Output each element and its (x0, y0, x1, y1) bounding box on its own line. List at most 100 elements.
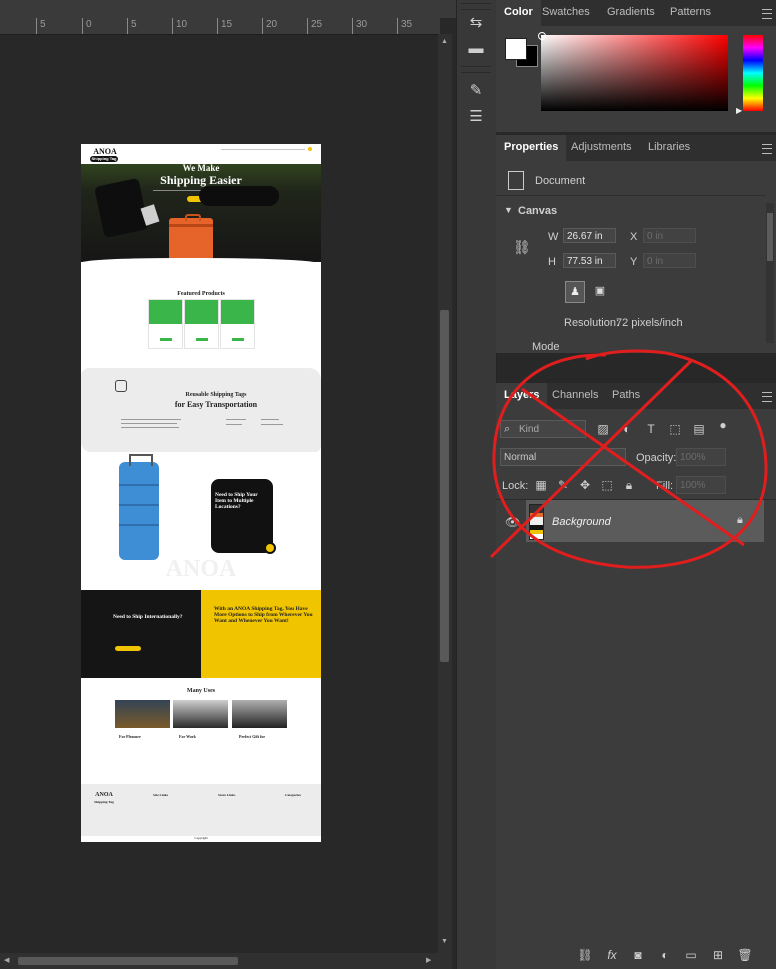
adjustment-layer-icon[interactable]: ◐ (656, 946, 674, 964)
anoa-watermark: ANOA (165, 556, 237, 582)
tab-patterns[interactable]: Patterns (662, 0, 719, 26)
y-label: Y (630, 256, 638, 268)
use-image-work (173, 700, 228, 728)
blue-suitcase-image (119, 462, 159, 560)
link-dimensions-icon[interactable]: ⛓ (513, 239, 531, 256)
yellow-dot (264, 542, 276, 554)
many-uses-title: Many Uses (186, 688, 216, 694)
x-label: X (630, 231, 638, 243)
link-layers-icon[interactable]: ⛓ (576, 946, 594, 964)
scroll-left-arrow-icon[interactable]: ◀ (4, 956, 9, 964)
tab-gradients[interactable]: Gradients (599, 0, 663, 26)
document-page[interactable]: ANOA Shipping Tag We Make Shipping Easie… (81, 144, 321, 842)
vertical-scrollbar-thumb[interactable] (440, 310, 449, 662)
product-card[interactable] (184, 299, 219, 349)
multi-location-card (211, 479, 273, 553)
use-title: Perfect Gift for (239, 734, 266, 739)
featured-title: Featured Products (177, 291, 225, 297)
tag-doodle-icon (115, 380, 127, 392)
footer-col-title: Store Links (218, 793, 236, 797)
ruler-tick: 10 (172, 18, 187, 34)
layer-style-icon[interactable]: fx (603, 946, 621, 964)
new-layer-icon[interactable]: ⊞ (709, 946, 727, 964)
properties-panel-tabs: Properties Adjustments Libraries (496, 135, 776, 161)
resolution-label: Resolution: (564, 317, 620, 329)
site-logo: ANOA (93, 147, 117, 156)
tab-adjustments[interactable]: Adjustments (563, 135, 640, 161)
landscape-orientation-icon[interactable]: ▣ (592, 283, 608, 299)
portrait-orientation-icon[interactable]: ♟ (565, 281, 585, 303)
tab-swatches[interactable]: Swatches (534, 0, 598, 26)
footer-logo: ANOA (95, 792, 113, 798)
feature-list (226, 419, 246, 420)
brush-settings-icon[interactable]: ✎ (464, 80, 488, 102)
suitcase-rib (119, 484, 159, 486)
add-mask-icon[interactable]: ◙ (629, 946, 647, 964)
color-field[interactable] (541, 35, 728, 111)
use-image-gift (232, 700, 287, 728)
chevron-down-icon[interactable]: ▼ (504, 205, 513, 215)
cart-icon (308, 147, 312, 151)
use-title: For Pleasure (119, 734, 141, 739)
scroll-up-arrow-icon[interactable]: ▲ (441, 38, 448, 45)
black-bag-image (199, 186, 279, 206)
use-title: For Work (179, 734, 196, 739)
multi-location-heading: Need to Ship Your Item to Multiple Locat… (215, 492, 258, 510)
product-add-button[interactable] (196, 338, 208, 341)
ruler-tick: 15 (217, 18, 232, 34)
document-icon (508, 171, 524, 190)
history-icon[interactable]: ⇆ (464, 12, 488, 34)
properties-panel: Properties Adjustments Libraries Documen… (496, 135, 776, 353)
product-add-button[interactable] (232, 338, 244, 341)
adjust-sliders-icon[interactable]: ☰ (464, 106, 488, 128)
height-field[interactable]: 77.53 in (563, 253, 616, 268)
feature-list (261, 424, 283, 425)
tab-libraries[interactable]: Libraries (640, 135, 698, 161)
x-field[interactable]: 0 in (643, 228, 696, 243)
reusable-heading-2: for Easy Transportation (174, 400, 258, 409)
panel-menu-icon[interactable] (762, 144, 772, 154)
red-cross-annotation (489, 349, 768, 569)
suitcase-rib (119, 504, 159, 506)
ruler-tick: 5 (36, 18, 46, 34)
y-field[interactable]: 0 in (643, 253, 696, 268)
hue-slider-marker-icon[interactable]: ▶ (736, 106, 742, 115)
horizontal-ruler: 5 0 5 10 15 20 25 30 35 (0, 18, 440, 35)
tab-properties[interactable]: Properties (496, 135, 567, 161)
comments-icon[interactable]: ▬ (464, 38, 488, 60)
reusable-heading-1: Reusable Shipping Tags (185, 392, 247, 398)
delete-layer-icon[interactable]: 🗑︎ (736, 946, 754, 964)
hero-heading-1: We Make (182, 163, 220, 173)
canvas-section-title: Canvas (518, 205, 558, 217)
panel-menu-icon[interactable] (762, 9, 772, 19)
panel-grip[interactable] (461, 66, 491, 73)
hue-slider[interactable] (743, 35, 763, 111)
case-latch (169, 224, 213, 227)
product-add-button[interactable] (160, 338, 172, 341)
footer-col-title: Categories (285, 793, 301, 797)
product-card[interactable] (220, 299, 255, 349)
properties-scrollbar-thumb[interactable] (767, 213, 773, 261)
new-group-icon[interactable]: ▭ (682, 946, 700, 964)
product-card[interactable] (148, 299, 183, 349)
torn-edge (81, 258, 321, 270)
feature-list (261, 419, 279, 420)
width-field[interactable]: 26.67 in (563, 228, 616, 243)
color-picker-cursor[interactable] (538, 32, 546, 40)
scroll-right-arrow-icon[interactable]: ▶ (426, 956, 431, 964)
ruler-tick: 20 (262, 18, 277, 34)
scroll-down-arrow-icon[interactable]: ▼ (441, 938, 448, 945)
international-cta-button[interactable] (115, 646, 141, 651)
panel-grip[interactable] (461, 3, 491, 10)
nav-links (221, 149, 305, 150)
foreground-color-swatch[interactable] (505, 38, 527, 60)
ruler-tick: 30 (352, 18, 367, 34)
ruler-tick: 25 (307, 18, 322, 34)
reusable-text (121, 427, 179, 428)
feature-list (226, 424, 242, 425)
options-heading: With an ANOA Shipping Tag, You Have More… (214, 606, 313, 624)
reusable-text (121, 419, 181, 420)
document-label: Document (535, 175, 586, 187)
options-section (201, 590, 321, 678)
horizontal-scrollbar-thumb[interactable] (18, 957, 238, 965)
